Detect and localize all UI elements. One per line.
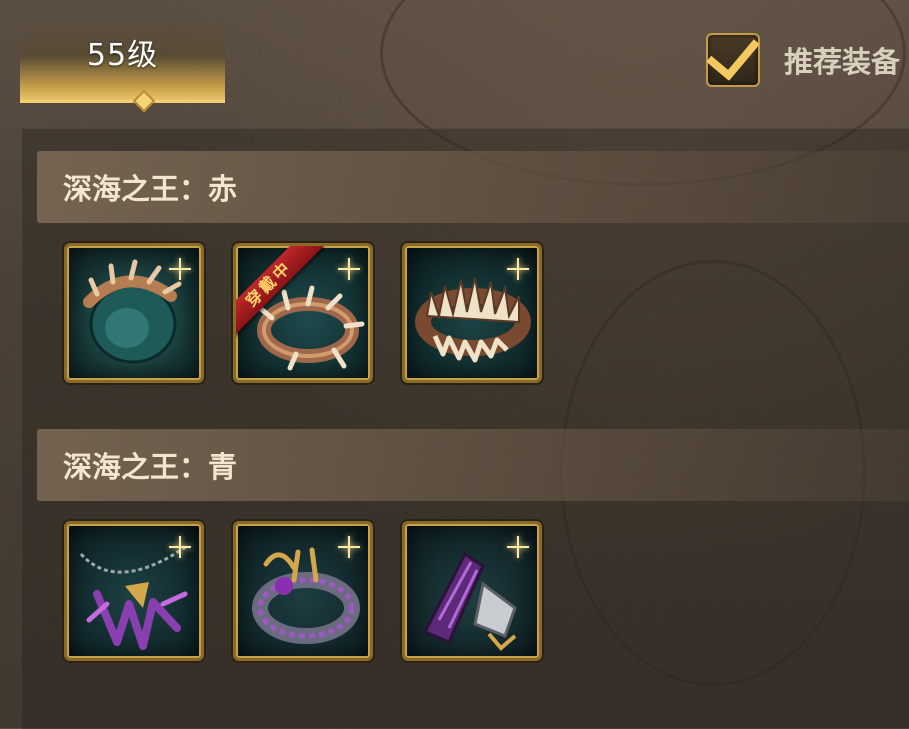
recommend-label: 推荐装备 — [784, 45, 901, 79]
sparkle-icon — [169, 258, 191, 280]
equipment-slot[interactable] — [64, 243, 204, 383]
checkmark-icon — [706, 24, 760, 82]
set-header-qing: 深海之王：青 — [37, 429, 909, 501]
sparkle-icon — [338, 258, 360, 280]
sparkle-icon — [169, 536, 191, 558]
equipment-slot[interactable] — [233, 521, 373, 661]
equipment-slot-equipped[interactable]: 穿戴中 — [233, 243, 373, 383]
level-tab-55[interactable]: 55级 — [20, 20, 225, 113]
equipment-slot[interactable] — [64, 521, 204, 661]
tab-indicator-icon — [132, 89, 156, 113]
recommend-equipment-toggle[interactable]: 推荐装备 — [706, 24, 901, 90]
recommend-checkbox[interactable] — [706, 24, 760, 87]
sparkle-icon — [507, 536, 529, 558]
equipment-slot[interactable] — [402, 521, 542, 661]
level-tab-label: 55级 — [86, 38, 159, 73]
equipment-slot[interactable] — [402, 243, 542, 383]
set-title: 深海之王：赤 — [63, 172, 238, 206]
sparkle-icon — [507, 258, 529, 280]
set-header-chi: 深海之王：赤 — [37, 151, 909, 223]
sparkle-icon — [338, 536, 360, 558]
set-title: 深海之王：青 — [63, 450, 238, 484]
